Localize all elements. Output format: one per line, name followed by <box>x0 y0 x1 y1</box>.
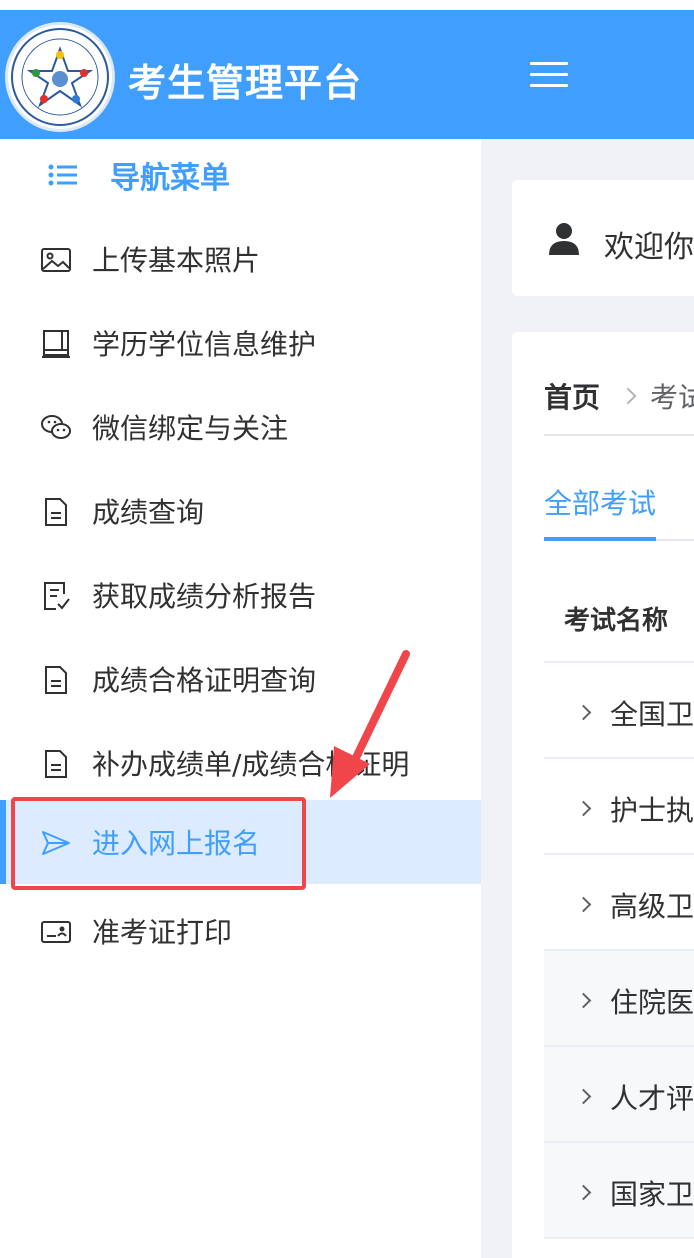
sidebar-item-label: 上传基本照片 <box>92 244 261 277</box>
book-icon <box>42 330 70 358</box>
brand-header: 考生管理平台 <box>0 10 481 139</box>
image-icon <box>41 248 71 272</box>
tab-active-underline <box>544 537 656 541</box>
exam-name: 住院医 <box>610 986 694 1019</box>
expand-chevron-icon[interactable] <box>575 1088 592 1105</box>
wechat-icon <box>41 415 71 439</box>
nav-title-label: 导航菜单 <box>110 161 230 196</box>
top-strip <box>0 0 694 10</box>
expand-chevron-icon[interactable] <box>575 896 592 913</box>
hamburger-line <box>530 84 568 87</box>
exam-name: 全国卫 <box>610 698 694 731</box>
hamburger-line <box>530 73 568 76</box>
sidebar-item-label: 补办成绩单/成绩合格证明 <box>92 748 410 781</box>
id-card-icon <box>41 921 71 943</box>
exam-card: 首页 考试 全部考试 考试名称 全国卫 护士执 高级卫 住院医 人才评 国家卫 <box>512 332 694 1258</box>
table-row[interactable]: 高级卫 <box>544 855 694 951</box>
welcome-card: 欢迎你 <box>512 180 694 296</box>
sidebar-item-label: 学历学位信息维护 <box>92 328 317 361</box>
sidebar-item-label: 进入网上报名 <box>92 827 261 860</box>
chevron-right-icon <box>619 387 637 405</box>
sidebar-item-label: 获取成绩分析报告 <box>92 580 317 613</box>
expand-chevron-icon[interactable] <box>575 800 592 817</box>
sidebar-item-reissue[interactable]: 补办成绩单/成绩合格证明 <box>0 721 481 805</box>
site-logo <box>5 22 115 132</box>
table-row[interactable]: 护士执 <box>544 759 694 855</box>
app-title: 考生管理平台 <box>128 61 363 105</box>
send-icon <box>42 831 70 855</box>
exam-name: 护士执 <box>610 794 694 827</box>
exam-name: 国家卫 <box>610 1178 694 1211</box>
sidebar-item-score-report[interactable]: 获取成绩分析报告 <box>0 553 481 637</box>
sidebar-item-label: 成绩合格证明查询 <box>92 664 317 697</box>
sidebar-item-certificate-query[interactable]: 成绩合格证明查询 <box>0 637 481 721</box>
sidebar-item-online-registration[interactable]: 进入网上报名 <box>0 800 481 884</box>
expand-chevron-icon[interactable] <box>575 1184 592 1201</box>
document-icon <box>45 666 67 694</box>
sidebar-item-education[interactable]: 学历学位信息维护 <box>0 301 481 385</box>
sidebar-item-label: 微信绑定与关注 <box>92 412 289 445</box>
tab-divider <box>656 539 694 541</box>
sidebar-item-label: 成绩查询 <box>92 496 205 529</box>
sidebar-item-label: 准考证打印 <box>92 916 233 949</box>
sidebar-item-upload-photo[interactable]: 上传基本照片 <box>0 217 481 301</box>
welcome-text: 欢迎你 <box>604 230 694 265</box>
expand-chevron-icon[interactable] <box>575 992 592 1009</box>
report-check-icon <box>44 582 70 610</box>
list-icon <box>48 164 77 186</box>
sidebar-item-score-query[interactable]: 成绩查询 <box>0 469 481 553</box>
nav-title: 导航菜单 <box>48 153 230 197</box>
table-row[interactable]: 国家卫 <box>544 1143 694 1239</box>
top-bar <box>481 10 694 139</box>
tab-all-exams[interactable]: 全部考试 <box>544 482 656 522</box>
hamburger-line <box>530 62 568 65</box>
breadcrumb-home[interactable]: 首页 <box>544 376 600 416</box>
document-icon <box>45 750 67 778</box>
table-row[interactable]: 全国卫 <box>544 663 694 759</box>
table-row[interactable]: 人才评 <box>544 1047 694 1143</box>
user-icon <box>549 223 579 255</box>
exam-name: 高级卫 <box>610 890 694 923</box>
sidebar: 导航菜单 上传基本照片 学历学位信息维护 微信绑定与关注 成绩查询 获取成绩分析… <box>0 139 481 1258</box>
breadcrumb: 首页 考试 <box>544 376 694 416</box>
expand-chevron-icon[interactable] <box>575 704 592 721</box>
divider <box>544 434 694 436</box>
active-indicator <box>0 800 6 884</box>
document-icon <box>45 498 67 526</box>
table-row[interactable]: 住院医 <box>544 951 694 1047</box>
sidebar-item-admission-ticket[interactable]: 准考证打印 <box>0 889 481 973</box>
menu-toggle-icon[interactable] <box>530 60 570 90</box>
column-header-exam-name: 考试名称 <box>564 606 669 636</box>
sidebar-item-wechat[interactable]: 微信绑定与关注 <box>0 385 481 469</box>
breadcrumb-current: 考试 <box>650 381 694 414</box>
exam-name: 人才评 <box>610 1082 694 1115</box>
